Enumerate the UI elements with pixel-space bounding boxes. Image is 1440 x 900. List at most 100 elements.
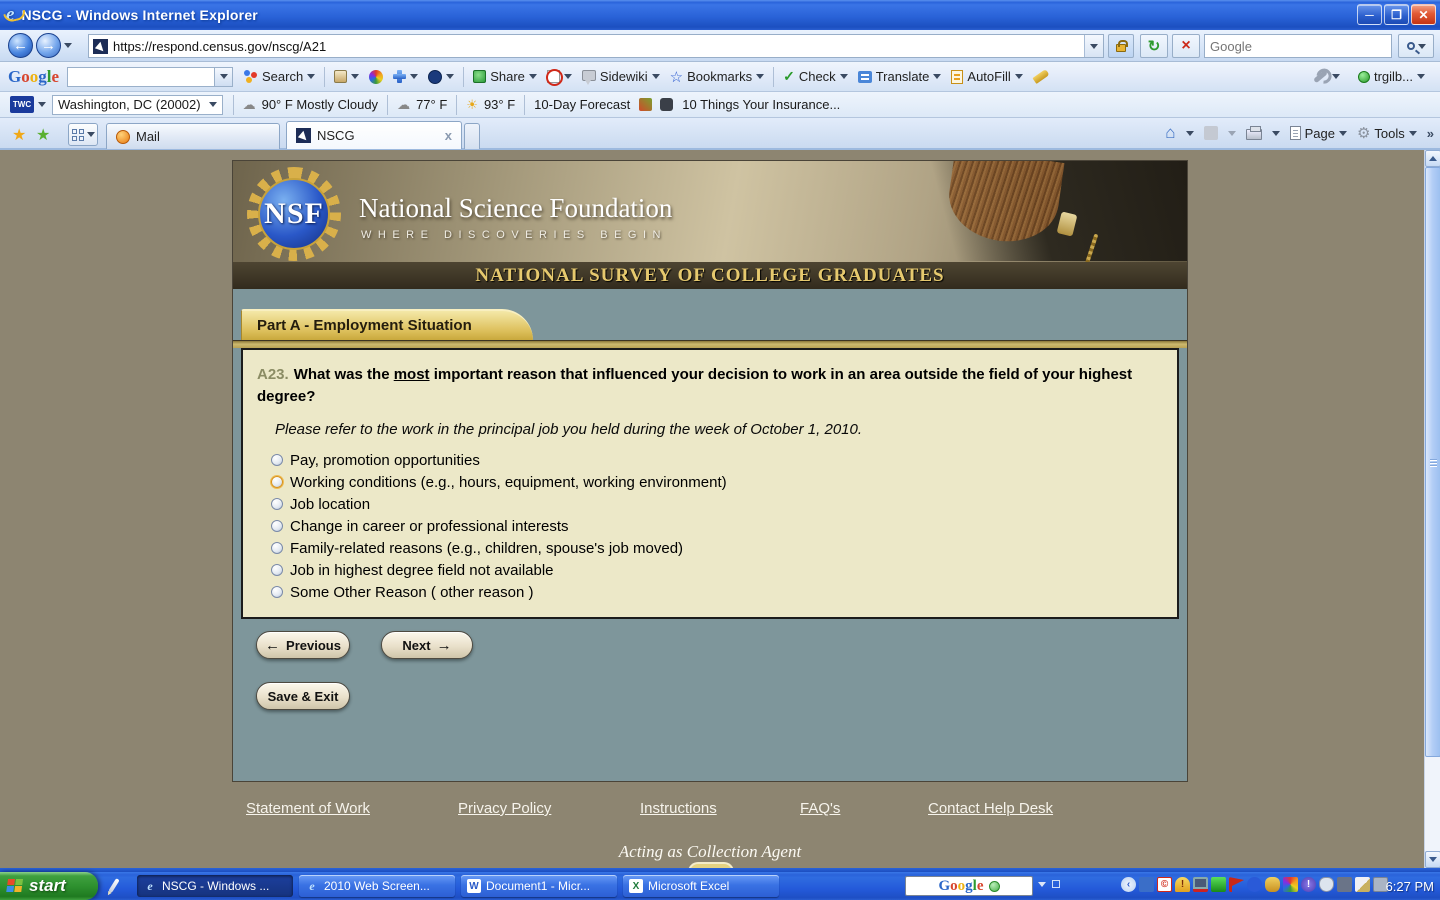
radio-icon[interactable] (271, 542, 283, 554)
tray-update-icon[interactable]: ! (1301, 877, 1316, 892)
radio-icon[interactable] (271, 476, 283, 488)
forward-button[interactable]: → (36, 33, 61, 58)
butterfly-icon[interactable] (639, 98, 652, 111)
radio-option[interactable]: Working conditions (e.g., hours, equipme… (271, 471, 1177, 493)
vertical-scrollbar[interactable] (1424, 150, 1440, 868)
account-button[interactable]: trgilb... (1353, 66, 1430, 87)
radio-icon[interactable] (271, 564, 283, 576)
tray-swirl-icon[interactable] (1283, 877, 1298, 892)
tray-bluetooth-icon[interactable] (1247, 877, 1262, 892)
dell-button[interactable] (423, 67, 459, 87)
close-button[interactable]: ✕ (1411, 4, 1436, 25)
restore-button[interactable]: ❐ (1384, 4, 1409, 25)
previous-button[interactable]: ← Previous (256, 631, 350, 659)
low-temp-button[interactable]: ☁ 77° F (392, 94, 452, 116)
minimize-button[interactable]: ─ (1357, 4, 1382, 25)
video-icon[interactable] (660, 98, 673, 111)
current-conditions-button[interactable]: ☁ 90° F Mostly Cloudy (238, 94, 383, 116)
tab-mail[interactable]: Mail (106, 123, 280, 149)
twc-dropdown-icon[interactable] (38, 102, 46, 107)
new-tab-stub[interactable] (464, 123, 480, 149)
tray-network-icon[interactable] (1139, 877, 1154, 892)
tab-nscg[interactable]: NSCG x (286, 121, 462, 149)
headline-link[interactable]: 10 Things Your Insurance... (677, 94, 845, 115)
search-box[interactable] (1204, 34, 1392, 58)
refresh-button[interactable]: ↻ (1140, 34, 1168, 58)
toolbar-search-input[interactable] (67, 67, 215, 87)
radio-option[interactable]: Change in career or professional interes… (271, 515, 1177, 537)
tray-mouse-icon[interactable] (1319, 877, 1334, 892)
radio-option[interactable]: Job in highest degree field not availabl… (271, 559, 1177, 581)
history-dropdown-icon[interactable] (64, 43, 72, 48)
start-button[interactable]: start (0, 872, 98, 900)
next-button[interactable]: Next → (381, 631, 473, 659)
add-gadget-button[interactable] (388, 67, 423, 86)
taskbar-task-excel[interactable]: X Microsoft Excel (623, 875, 779, 897)
page-menu[interactable]: Page (1290, 126, 1347, 141)
highlighter-button[interactable] (1028, 70, 1054, 83)
radio-option[interactable]: Pay, promotion opportunities (271, 449, 1177, 471)
forecast-button[interactable]: 10-Day Forecast (529, 94, 635, 115)
footer-link-privacy[interactable]: Privacy Policy (458, 800, 551, 817)
feeds-icon[interactable] (1204, 126, 1218, 140)
security-lock-button[interactable] (1108, 34, 1134, 58)
taskbar-task-webscreen[interactable]: e 2010 Web Screen... (299, 875, 455, 897)
radio-icon[interactable] (271, 520, 283, 532)
google-deskbar[interactable]: Google (905, 876, 1033, 896)
search-go-button[interactable] (1398, 34, 1434, 58)
address-dropdown-button[interactable] (1084, 35, 1103, 57)
footer-link-contact[interactable]: Contact Help Desk (928, 800, 1053, 817)
radio-icon[interactable] (271, 454, 283, 466)
tab-close-icon[interactable]: x (419, 128, 452, 143)
share-button[interactable]: Share (468, 66, 542, 87)
scroll-down-button[interactable] (1425, 851, 1440, 868)
sidewiki-button[interactable]: Sidewiki (577, 66, 665, 87)
autofill-button[interactable]: AutoFill (946, 66, 1027, 87)
back-button[interactable]: ← (8, 33, 33, 58)
tray-printer-icon[interactable] (1337, 877, 1352, 892)
taskbar-task-word[interactable]: W Document1 - Micr... (461, 875, 617, 897)
deskbar-dropdown-icon[interactable] (1038, 882, 1046, 887)
address-input[interactable] (113, 39, 1084, 54)
translate-button[interactable]: Translate (853, 66, 947, 87)
spellcheck-button[interactable]: ✓ Check (778, 65, 853, 88)
footer-link-instructions[interactable]: Instructions (640, 800, 717, 817)
tray-no-connection-icon[interactable] (1193, 877, 1208, 892)
add-favorite-icon[interactable]: ★ (36, 125, 50, 145)
bookmarks-button[interactable]: ☆ Bookmarks (665, 65, 769, 89)
radio-option[interactable]: Job location (271, 493, 1177, 515)
radio-icon[interactable] (271, 498, 283, 510)
footer-link-statement[interactable]: Statement of Work (246, 800, 370, 817)
save-exit-button[interactable]: Save & Exit (256, 682, 350, 710)
tray-messenger-icon[interactable] (1265, 877, 1280, 892)
news-button[interactable] (329, 67, 364, 86)
deskbar-restore-icon[interactable] (1052, 880, 1060, 888)
buzz-button[interactable] (364, 67, 388, 87)
twc-logo[interactable]: TWC (10, 96, 34, 113)
weather-location-select[interactable]: Washington, DC (20002) (52, 95, 223, 115)
tray-copyright-icon[interactable]: © (1157, 877, 1172, 892)
quick-launch-pen-icon[interactable] (108, 878, 119, 893)
radio-option[interactable]: Some Other Reason ( other reason ) (271, 581, 1177, 603)
toolbar-search-button[interactable]: Search (239, 66, 320, 87)
footer-link-faqs[interactable]: FAQ's (800, 800, 840, 817)
scroll-up-button[interactable] (1425, 150, 1440, 167)
tray-pencil-icon[interactable] (1355, 877, 1370, 892)
print-icon[interactable] (1246, 129, 1262, 140)
radio-icon[interactable] (271, 586, 283, 598)
tray-signal-icon[interactable] (1211, 877, 1226, 892)
tray-shield-icon[interactable]: ! (1175, 877, 1190, 892)
radio-option[interactable]: Family-related reasons (e.g., children, … (271, 537, 1177, 559)
stop-button[interactable]: × (1172, 34, 1200, 58)
search-input[interactable] (1205, 35, 1391, 57)
quick-tabs-button[interactable] (68, 123, 98, 146)
popup-blocker-button[interactable] (542, 67, 577, 86)
favorites-icon[interactable]: ★ (12, 125, 26, 145)
tray-collapse-icon[interactable]: ‹ (1121, 877, 1136, 892)
scroll-thumb[interactable] (1425, 167, 1440, 757)
tools-menu[interactable]: ⚙ Tools (1357, 124, 1417, 142)
tray-flag-icon[interactable] (1229, 877, 1244, 892)
overflow-chevron-icon[interactable]: » (1427, 126, 1434, 141)
home-icon[interactable]: ⌂ (1165, 123, 1175, 143)
taskbar-task-nscg[interactable]: e NSCG - Windows ... (137, 875, 293, 897)
